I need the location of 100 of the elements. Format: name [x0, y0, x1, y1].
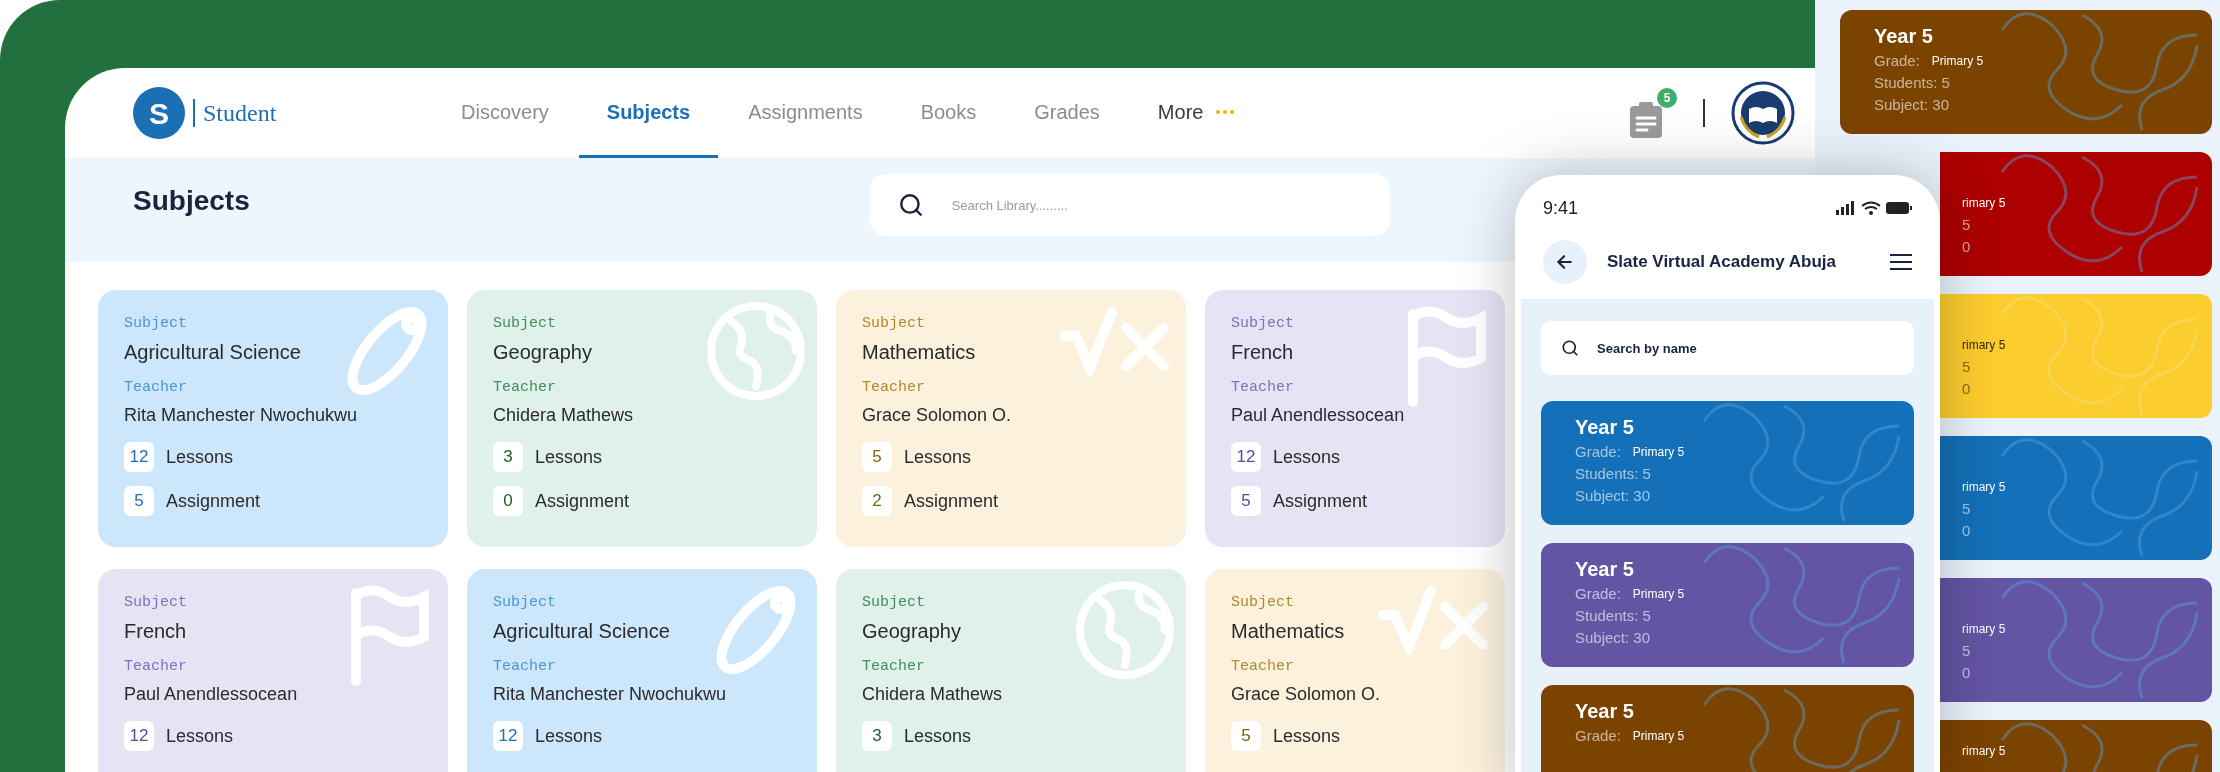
class-title: Year 5	[1575, 415, 1635, 440]
card-text: rimary 5	[1962, 337, 2007, 354]
card-text: rimary 5	[1962, 621, 2007, 638]
count-badge: 2	[862, 486, 892, 516]
subject-label: Subject	[862, 593, 926, 613]
stat-label: Assignment	[1273, 489, 1368, 513]
card-text: rimary 5	[1962, 195, 2007, 212]
grade-value: Primary 5	[1632, 444, 1685, 461]
dots-icon	[1215, 108, 1236, 115]
subject-name: Mathematics	[1231, 619, 1346, 644]
stat-label: Lessons	[904, 724, 972, 748]
students-count: Students: 5	[1874, 73, 1951, 93]
card-text: rimary 5	[1962, 743, 2007, 760]
subject-card[interactable]: Subject Geography Teacher Chidera Mathews 3 Lessons	[836, 569, 1186, 772]
subject-label: Subject	[862, 314, 926, 334]
card-text: rimary 5	[1962, 479, 2007, 496]
teacher-label: Teacher	[862, 378, 926, 398]
grade-value: Primary 5	[1632, 586, 1685, 603]
crest-icon[interactable]	[1731, 81, 1795, 145]
stat-label: Assignment	[166, 489, 261, 513]
teacher-name: Grace Solomon O.	[1231, 683, 1382, 706]
class-card[interactable]: rimary 5 5 0	[1940, 294, 2212, 418]
subject-name: Agricultural Science	[493, 619, 671, 644]
students-count: Students: 5	[1575, 606, 1652, 626]
subject-card[interactable]: Subject Mathematics Teacher Grace Solomon O. 5 Lessons	[1205, 569, 1505, 772]
count-badge: 5	[862, 442, 892, 472]
subject-label: Subject	[493, 314, 557, 334]
subject-name: Geography	[493, 340, 593, 365]
search-icon	[1561, 339, 1579, 357]
menu-icon[interactable]	[1890, 253, 1912, 271]
subject-name: Agricultural Science	[124, 340, 302, 365]
grade-label: Grade:	[1575, 442, 1621, 462]
card-text: 5	[1962, 499, 1972, 519]
class-title: Year 5	[1874, 24, 1934, 49]
count-badge: 3	[493, 442, 523, 472]
search-field[interactable]: Search by name	[1541, 321, 1914, 375]
notification-badge: 5	[1657, 88, 1677, 108]
teacher-label: Teacher	[1231, 657, 1295, 677]
stat-label: Lessons	[1273, 445, 1341, 469]
class-card[interactable]: Year 5 Grade: Primary 5 Students: 5 Subject: 30	[1840, 10, 2212, 134]
teacher-name: Chidera Mathews	[493, 404, 635, 427]
grade-label: Grade:	[1575, 584, 1621, 604]
teacher-label: Teacher	[124, 378, 188, 398]
subject-card[interactable]: Subject Mathematics Teacher Grace Solomon O. 5 Lessons 2 Assignment	[836, 290, 1186, 547]
subject-card[interactable]: Subject French Teacher Paul Anendlessocean 12 Lessons	[98, 569, 448, 772]
card-text: 5	[1962, 357, 1972, 377]
search-field[interactable]: Search Library.........	[869, 174, 1390, 236]
stat-label: Lessons	[166, 445, 234, 469]
teacher-name: Chidera Mathews	[862, 683, 1004, 706]
teacher-name: Rita Manchester Nwochukwu	[124, 404, 359, 427]
card-text: 0	[1962, 521, 1972, 541]
stat-label: Lessons	[904, 445, 972, 469]
subject-card[interactable]: Subject Agricultural Science Teacher Rita Manchester Nwochukwu 12 Lessons	[467, 569, 817, 772]
subjects-count: Subject: 30	[1575, 486, 1652, 506]
back-button[interactable]	[1543, 240, 1587, 284]
more-menu[interactable]: More	[1129, 68, 1264, 158]
teacher-label: Teacher	[124, 657, 188, 677]
teacher-name: Rita Manchester Nwochukwu	[493, 683, 728, 706]
count-badge: 0	[493, 486, 523, 516]
count-badge: 3	[862, 721, 892, 751]
subjects-count: Subject: 30	[1575, 628, 1652, 648]
class-card[interactable]: Year 5 Grade: Primary 5	[1541, 685, 1914, 772]
stat-label: Lessons	[1273, 724, 1341, 748]
teacher-label: Teacher	[493, 378, 557, 398]
card-text: 0	[1962, 237, 1972, 257]
page-title: Subjects	[133, 184, 250, 218]
stat-label: Assignment	[535, 489, 630, 513]
grade-label: Grade:	[1575, 726, 1621, 746]
class-title: Year 5	[1575, 699, 1635, 724]
count-badge: 12	[124, 721, 154, 751]
subject-name: French	[124, 619, 188, 644]
subject-name: French	[1231, 340, 1295, 365]
logo-text: Student	[203, 99, 277, 128]
subject-card[interactable]: Subject Agricultural Science Teacher Rita Manchester Nwochukwu 12 Lessons 5 Assignment	[98, 290, 448, 547]
class-card[interactable]: Year 5 Grade: Primary 5 Students: 5 Subject: 30	[1541, 401, 1914, 525]
stat-label: Lessons	[166, 724, 234, 748]
subject-label: Subject	[493, 593, 557, 613]
teacher-label: Teacher	[1231, 378, 1295, 398]
back-arrow-icon	[1555, 252, 1575, 272]
teacher-name: Grace Solomon O.	[862, 404, 1013, 427]
card-text: 5	[1962, 641, 1972, 661]
students-count: Students: 5	[1575, 464, 1652, 484]
count-badge: 5	[124, 486, 154, 516]
teacher-name: Paul Anendlessocean	[124, 683, 299, 706]
teacher-name: Paul Anendlessocean	[1231, 404, 1406, 427]
subject-card[interactable]: Subject Geography Teacher Chidera Mathews 3 Lessons 0 Assignment	[467, 290, 817, 547]
card-text: 0	[1962, 663, 1972, 683]
class-card[interactable]: rimary 5	[1940, 720, 2212, 772]
teacher-label: Teacher	[493, 657, 557, 677]
class-card[interactable]: Year 5 Grade: Primary 5 Students: 5 Subject: 30	[1541, 543, 1914, 667]
count-badge: 5	[1231, 486, 1261, 516]
status-time: 9:41	[1543, 196, 1579, 220]
subject-card[interactable]: Subject French Teacher Paul Anendlessocean 12 Lessons 5 Assignment	[1205, 290, 1505, 547]
search-icon	[897, 192, 924, 218]
class-card[interactable]: rimary 5 5 0	[1940, 152, 2212, 276]
clipboard-icon	[1629, 102, 1663, 138]
class-card[interactable]: rimary 5 5 0	[1940, 436, 2212, 560]
class-card[interactable]: rimary 5 5 0	[1940, 578, 2212, 702]
grade-label: Grade:	[1874, 51, 1920, 71]
grade-value: Primary 5	[1931, 53, 1984, 70]
